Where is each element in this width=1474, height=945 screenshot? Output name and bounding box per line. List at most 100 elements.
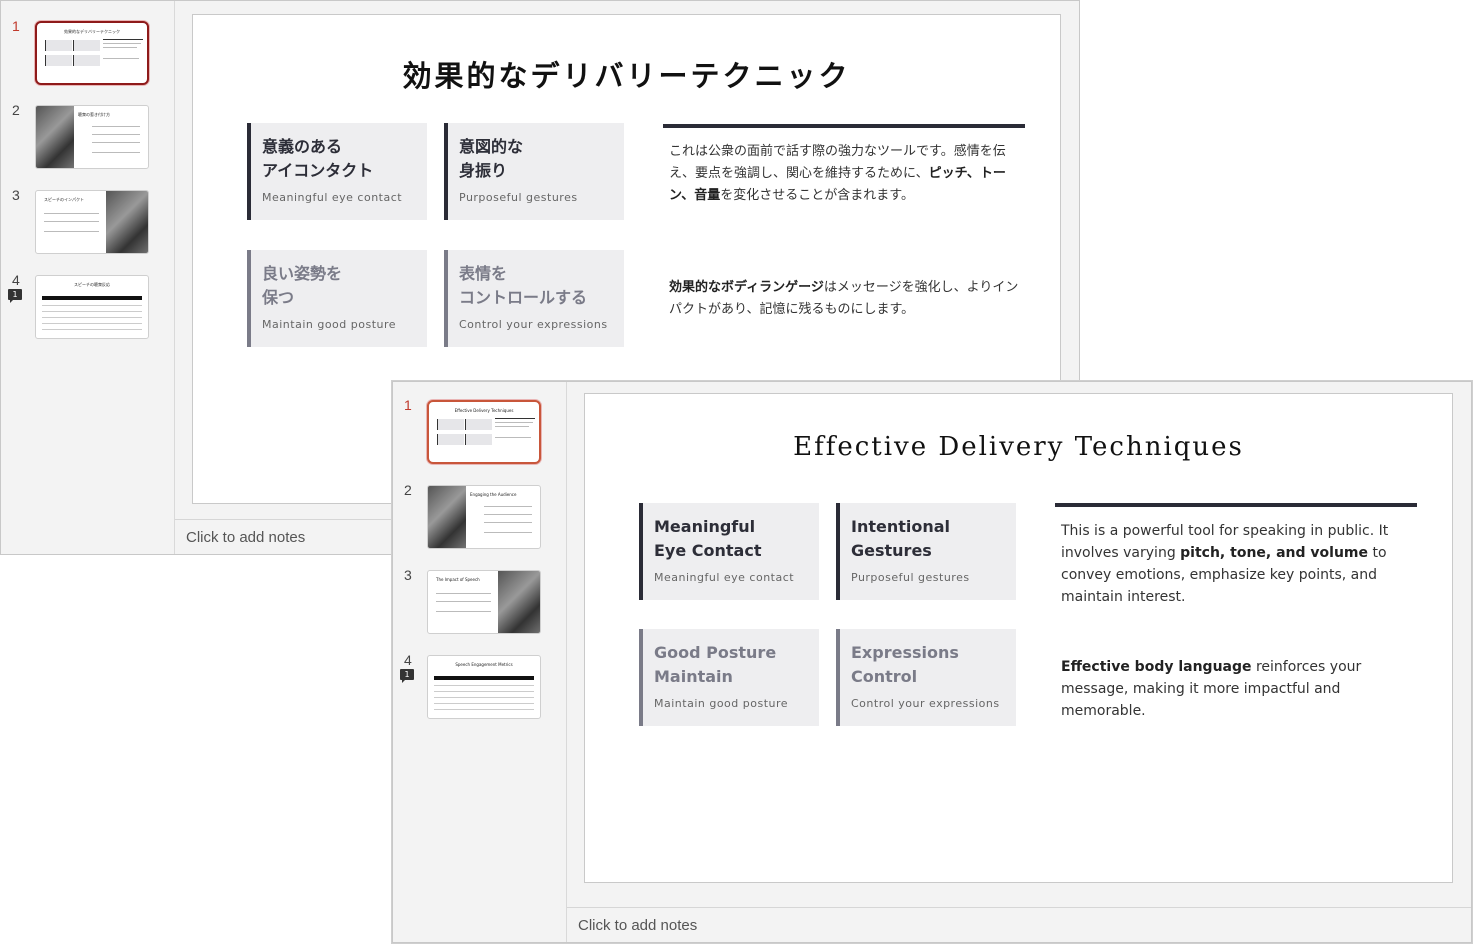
slide-thumbnail-2[interactable]: Engaging the Audience: [427, 485, 541, 549]
card-expressions[interactable]: 表情を コントロールする Control your expressions: [444, 250, 624, 347]
thumbnail-text-line: [44, 231, 99, 232]
thumbnail-text-line: [103, 58, 139, 59]
thumbnail-card: [45, 40, 72, 51]
thumbnail-row-3[interactable]: 3 スピーチのインパクト: [1, 187, 174, 257]
slide-thumbnail-pane[interactable]: 1 Effective Delivery Techniques 2 Engagi…: [393, 382, 567, 942]
card-title: 意義のある アイコンタクト: [262, 137, 374, 180]
slide-number: 3: [12, 187, 20, 203]
card-title: Good Posture Maintain: [654, 643, 777, 686]
slide-thumbnail-2[interactable]: 聴衆の惹き付け方: [35, 105, 149, 169]
card-subtitle: Purposeful gestures: [851, 571, 970, 584]
thumbnail-title: Engaging the Audience: [470, 492, 517, 497]
paragraph-text: を変化させることが含まれます。: [720, 188, 914, 203]
thumbnail-text-line: [92, 134, 140, 135]
slide-thumbnail-1[interactable]: 効果的なデリバリーテクニック: [35, 21, 149, 85]
card-subtitle: Purposeful gestures: [459, 191, 578, 204]
comment-icon[interactable]: 1: [400, 669, 414, 683]
voice-paragraph[interactable]: これは公衆の面前で話す際の強力なツールです。感情を伝え、要点を強調し、関心を維持…: [669, 141, 1019, 207]
thumbnail-title: 効果的なデリバリーテクニック: [64, 29, 120, 34]
slide-number: 4: [12, 272, 20, 288]
slide-number: 2: [12, 102, 20, 118]
card-eye-contact[interactable]: 意義のある アイコンタクト Meaningful eye contact: [247, 123, 427, 220]
slide-thumbnail-pane[interactable]: 1 効果的なデリバリーテクニック 2 聴衆の惹き付け方 3 スピーチのインパクト…: [1, 1, 175, 554]
thumbnail-row-1[interactable]: 1 Effective Delivery Techniques: [393, 397, 566, 467]
thumbnail-title: 聴衆の惹き付け方: [78, 112, 110, 117]
thumbnail-title: Effective Delivery Techniques: [454, 408, 514, 413]
thumbnail-text-line: [92, 126, 140, 127]
thumbnail-text-line: [103, 43, 141, 44]
card-title: 良い姿勢を 保つ: [262, 264, 343, 307]
body-language-paragraph[interactable]: 効果的なボディランゲージはメッセージを強化し、よりインパクトがあり、記憶に残るも…: [669, 277, 1019, 321]
thumbnail-photo: [428, 486, 466, 548]
paragraph-bold-text: Effective body language: [1061, 659, 1252, 675]
slide-title[interactable]: 効果的なデリバリーテクニック: [193, 53, 1060, 95]
card-subtitle: Meaningful eye contact: [654, 571, 795, 584]
card-title: Intentional Gestures: [851, 517, 951, 560]
slide-editor-area: Effective Delivery Techniques Meaningful…: [567, 382, 1471, 942]
card-subtitle: Control your expressions: [851, 697, 1000, 710]
thumbnail-row-1[interactable]: 1 効果的なデリバリーテクニック: [1, 18, 174, 88]
card-gestures[interactable]: 意図的な 身振り Purposeful gestures: [444, 123, 624, 220]
slide-thumbnail-1[interactable]: Effective Delivery Techniques: [427, 400, 541, 464]
voice-paragraph[interactable]: This is a powerful tool for speaking in …: [1061, 520, 1411, 608]
card-eye-contact[interactable]: Meaningful Eye Contact Meaningful eye co…: [639, 503, 819, 600]
thumbnail-text-line: [484, 532, 532, 533]
body-language-paragraph[interactable]: Effective body language reinforces your …: [1061, 656, 1411, 722]
card-subtitle: Maintain good posture: [654, 697, 789, 710]
paragraph-bold-text: 効果的なボディランゲージ: [669, 280, 824, 295]
card-posture[interactable]: Good Posture Maintain Maintain good post…: [639, 629, 819, 726]
card-gestures[interactable]: Intentional Gestures Purposeful gestures: [836, 503, 1016, 600]
thumbnail-row-3[interactable]: 3 The Impact of Speech: [393, 567, 566, 637]
card-title: 表情を コントロールする: [459, 264, 588, 307]
thumbnail-rule: [103, 39, 143, 40]
comment-icon[interactable]: 1: [8, 289, 22, 303]
thumbnail-row-4[interactable]: 4 1 スピーチの聴衆反応: [1, 272, 174, 342]
thumbnail-text-line: [103, 47, 137, 48]
thumbnail-text-line: [92, 152, 140, 153]
paragraph-bold-text: pitch, tone, and volume: [1180, 545, 1368, 561]
thumbnail-card: [73, 55, 100, 66]
thumbnail-text-line: [495, 426, 529, 427]
thumbnail-title: The Impact of Speech: [436, 577, 480, 582]
slide-thumbnail-3[interactable]: スピーチのインパクト: [35, 190, 149, 254]
thumbnail-photo: [36, 106, 74, 168]
thumbnail-row-4[interactable]: 4 1 Speech Engagement Metrics: [393, 652, 566, 722]
thumbnail-title: スピーチの聴衆反応: [74, 282, 110, 287]
thumbnail-text-line: [484, 522, 532, 523]
slide-number: 1: [404, 397, 412, 413]
thumbnail-card: [465, 419, 492, 430]
paragraph-bold-text: 音量: [694, 188, 721, 203]
notes-placeholder[interactable]: Click to add notes: [567, 907, 1471, 942]
thumbnail-row-2[interactable]: 2 聴衆の惹き付け方: [1, 102, 174, 172]
thumbnail-card: [45, 55, 72, 66]
slide-number: 3: [404, 567, 412, 583]
card-posture[interactable]: 良い姿勢を 保つ Maintain good posture: [247, 250, 427, 347]
slide-thumbnail-3[interactable]: The Impact of Speech: [427, 570, 541, 634]
thumbnail-title: スピーチのインパクト: [44, 197, 84, 202]
card-title: Expressions Control: [851, 643, 959, 686]
card-title: 意図的な 身振り: [459, 137, 524, 180]
card-expressions[interactable]: Expressions Control Control your express…: [836, 629, 1016, 726]
thumbnail-title: Speech Engagement Metrics: [455, 662, 513, 667]
thumbnail-text-line: [44, 213, 99, 214]
slide-thumbnail-4[interactable]: スピーチの聴衆反応: [35, 275, 149, 339]
thumbnail-text-line: [44, 221, 99, 222]
slide-title[interactable]: Effective Delivery Techniques: [585, 432, 1452, 462]
presentation-window-english: 1 Effective Delivery Techniques 2 Engagi…: [392, 381, 1472, 943]
thumbnail-table-row: [42, 324, 142, 330]
thumbnail-photo: [106, 191, 148, 253]
thumbnail-table: [42, 296, 142, 336]
thumbnail-table-row: [434, 704, 534, 710]
thumbnail-text-line: [495, 422, 533, 423]
thumbnail-rule: [495, 418, 535, 419]
thumbnail-text-line: [436, 593, 491, 594]
card-subtitle: Control your expressions: [459, 318, 608, 331]
thumbnail-photo: [498, 571, 540, 633]
thumbnail-row-2[interactable]: 2 Engaging the Audience: [393, 482, 566, 552]
thumbnail-text-line: [495, 437, 531, 438]
slide-thumbnail-4[interactable]: Speech Engagement Metrics: [427, 655, 541, 719]
accent-rule: [663, 124, 1025, 128]
slide-canvas[interactable]: Effective Delivery Techniques Meaningful…: [584, 393, 1453, 883]
thumbnail-text-line: [484, 506, 532, 507]
slide-number: 1: [12, 18, 20, 34]
